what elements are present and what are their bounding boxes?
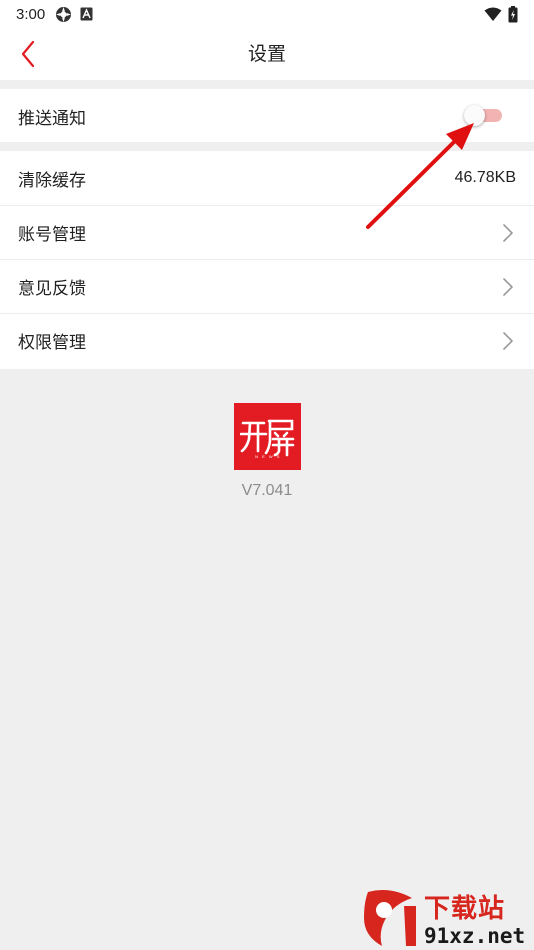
back-button[interactable] xyxy=(10,36,46,72)
watermark-logo-icon xyxy=(364,890,416,946)
app-logo-mark: N E W S xyxy=(239,419,294,459)
battery-icon xyxy=(508,5,518,22)
svg-text:N E W S: N E W S xyxy=(255,454,281,459)
status-left-icons xyxy=(55,6,93,23)
watermark: 下载站 91xz.net xyxy=(360,886,530,948)
back-chevron-icon xyxy=(21,40,35,68)
page-title: 设置 xyxy=(247,43,286,65)
chevron-right-icon xyxy=(503,277,513,296)
push-notification-toggle[interactable] xyxy=(464,105,506,126)
status-ring-icon xyxy=(56,6,72,22)
settings-list: 清除缓存 46.78KB 账号管理 意见反馈 权限管理 xyxy=(0,151,534,369)
permission-management-label: 权限管理 xyxy=(18,333,86,353)
toggle-knob xyxy=(464,105,485,126)
chevron-right-icon xyxy=(503,331,513,350)
app-header: 设置 xyxy=(0,28,534,80)
push-notification-row: 推送通知 xyxy=(0,89,534,143)
cache-size-value: 46.78KB xyxy=(454,169,516,186)
account-management-row[interactable]: 账号管理 xyxy=(0,205,534,259)
chevron-right-icon xyxy=(503,223,513,242)
watermark-domain: 91xz.net xyxy=(424,924,526,948)
push-settings-group: 推送通知 xyxy=(0,89,534,142)
feedback-row[interactable]: 意见反馈 xyxy=(0,259,534,313)
font-a-icon xyxy=(80,7,93,21)
status-time: 3:00 xyxy=(16,5,46,23)
watermark-title: 下载站 xyxy=(424,894,506,924)
status-right-icons xyxy=(484,5,518,23)
status-bar: 3:00 xyxy=(0,0,534,28)
clear-cache-row[interactable]: 清除缓存 46.78KB xyxy=(0,151,534,205)
push-notification-label: 推送通知 xyxy=(18,108,86,129)
watermark-text: 下载站 91xz.net xyxy=(424,894,525,948)
feedback-label: 意见反馈 xyxy=(18,279,86,299)
wifi-icon xyxy=(484,7,502,21)
clear-cache-label: 清除缓存 xyxy=(18,170,86,191)
permission-management-row[interactable]: 权限管理 xyxy=(0,313,534,367)
app-logo: N E W S xyxy=(234,403,301,470)
account-management-label: 账号管理 xyxy=(18,225,86,245)
app-version: V7.041 xyxy=(241,482,293,499)
